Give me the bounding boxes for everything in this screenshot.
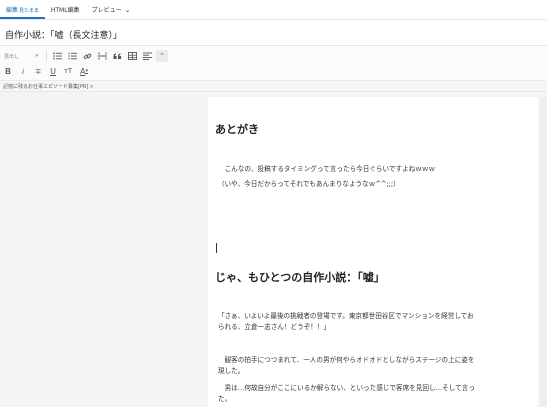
tab-visual-edit[interactable]: 編集 見たまま (0, 0, 45, 19)
toolbar-row-2: B i ∓ U тT A ▾ (0, 63, 94, 79)
paragraph-5-line-2: た。 (218, 395, 232, 403)
select-arrow-icon: ▾ (35, 53, 38, 59)
toolbar-row-1: 見出し ▾ ⌃ (0, 48, 171, 64)
editor-scrollbar[interactable] (540, 97, 547, 407)
numbered-list-icon[interactable] (66, 50, 78, 62)
underline-icon[interactable]: U (47, 65, 59, 77)
paragraph-4-line-1: 観客の拍手につつまれて、一人の男が何やらオドオドとしながらステージの上に姿を (218, 356, 475, 364)
tag-row: 記憶に残るお仕事エピソード募集[PR]× (0, 81, 547, 92)
paragraph-3-line-2: られる、立倉一志さん！どうぞ！！」 (218, 323, 331, 331)
text-caret (216, 243, 217, 253)
close-icon[interactable]: × (89, 84, 93, 90)
tab-visual-edit-sublabel: 見たまま (19, 8, 39, 14)
paragraph-5-line-1: 男は…何故自分がここにいるか解らない、といった感じで客席を見回し…そして言っ (218, 384, 475, 392)
tab-html-edit-label: HTML編集 (50, 7, 80, 14)
italic-icon[interactable]: i (17, 65, 29, 77)
table-icon[interactable] (126, 50, 138, 62)
paragraph-2: （いや、今日だからってそれでもあんまりなようなｗ^^;;;） (218, 180, 400, 188)
paragraph-3-line-1: 「さぁ、いよいよ最後の挑戦者の登場です。東京都世田谷区でマンションを経営してお (218, 312, 474, 320)
story-heading: じゃ、もひとつの自作小説：「嘘」 (215, 271, 385, 284)
format-select[interactable]: 見出し ▾ (2, 51, 40, 62)
mode-tabs: 編集 見たまま HTML編集 プレビュー ⌄ (0, 0, 547, 20)
tab-visual-edit-label: 編集 (6, 7, 19, 14)
format-select-value: 見出し (4, 53, 20, 60)
collapse-icon[interactable]: ⌃ (156, 50, 168, 62)
bold-icon[interactable]: B (2, 65, 14, 77)
bullet-list-icon[interactable] (51, 50, 63, 62)
align-icon[interactable] (141, 50, 153, 62)
tab-preview-label: プレビュー (91, 7, 122, 14)
toolbar-divider (46, 51, 47, 61)
font-color-arrow-icon: ▾ (85, 68, 88, 74)
paragraph-4-line-2: 現した。 (218, 367, 245, 375)
tag-chip-label: 記憶に残るお仕事エピソード募集[PR] (3, 84, 89, 90)
article-title-input[interactable]: 自作小説：「嘘（長文注意）」 (5, 28, 122, 41)
editor-toolbar: 見出し ▾ ⌃ B i ∓ U тT A ▾ (0, 46, 547, 81)
horizontal-rule-icon[interactable] (96, 50, 108, 62)
paragraph-1: こんなの、投稿するタイミングって言ったら今日ぐらいですよねｗｗｗ (218, 165, 436, 173)
link-icon[interactable] (81, 50, 93, 62)
afterword-heading: あとがき (215, 123, 259, 136)
text-size-icon[interactable]: тT (62, 65, 74, 77)
tab-html-edit[interactable]: HTML編集 (45, 0, 86, 19)
strikethrough-icon[interactable]: ∓ (32, 65, 44, 77)
title-row: 自作小説：「嘘（長文注意）」 (0, 20, 547, 46)
tab-preview[interactable]: プレビュー ⌄ (86, 0, 136, 19)
font-color-icon[interactable]: A ▾ (77, 65, 91, 77)
tag-chip[interactable]: 記憶に残るお仕事エピソード募集[PR]× (3, 83, 94, 90)
chevron-down-icon[interactable]: ⌄ (124, 7, 130, 14)
quote-icon[interactable] (111, 50, 123, 62)
